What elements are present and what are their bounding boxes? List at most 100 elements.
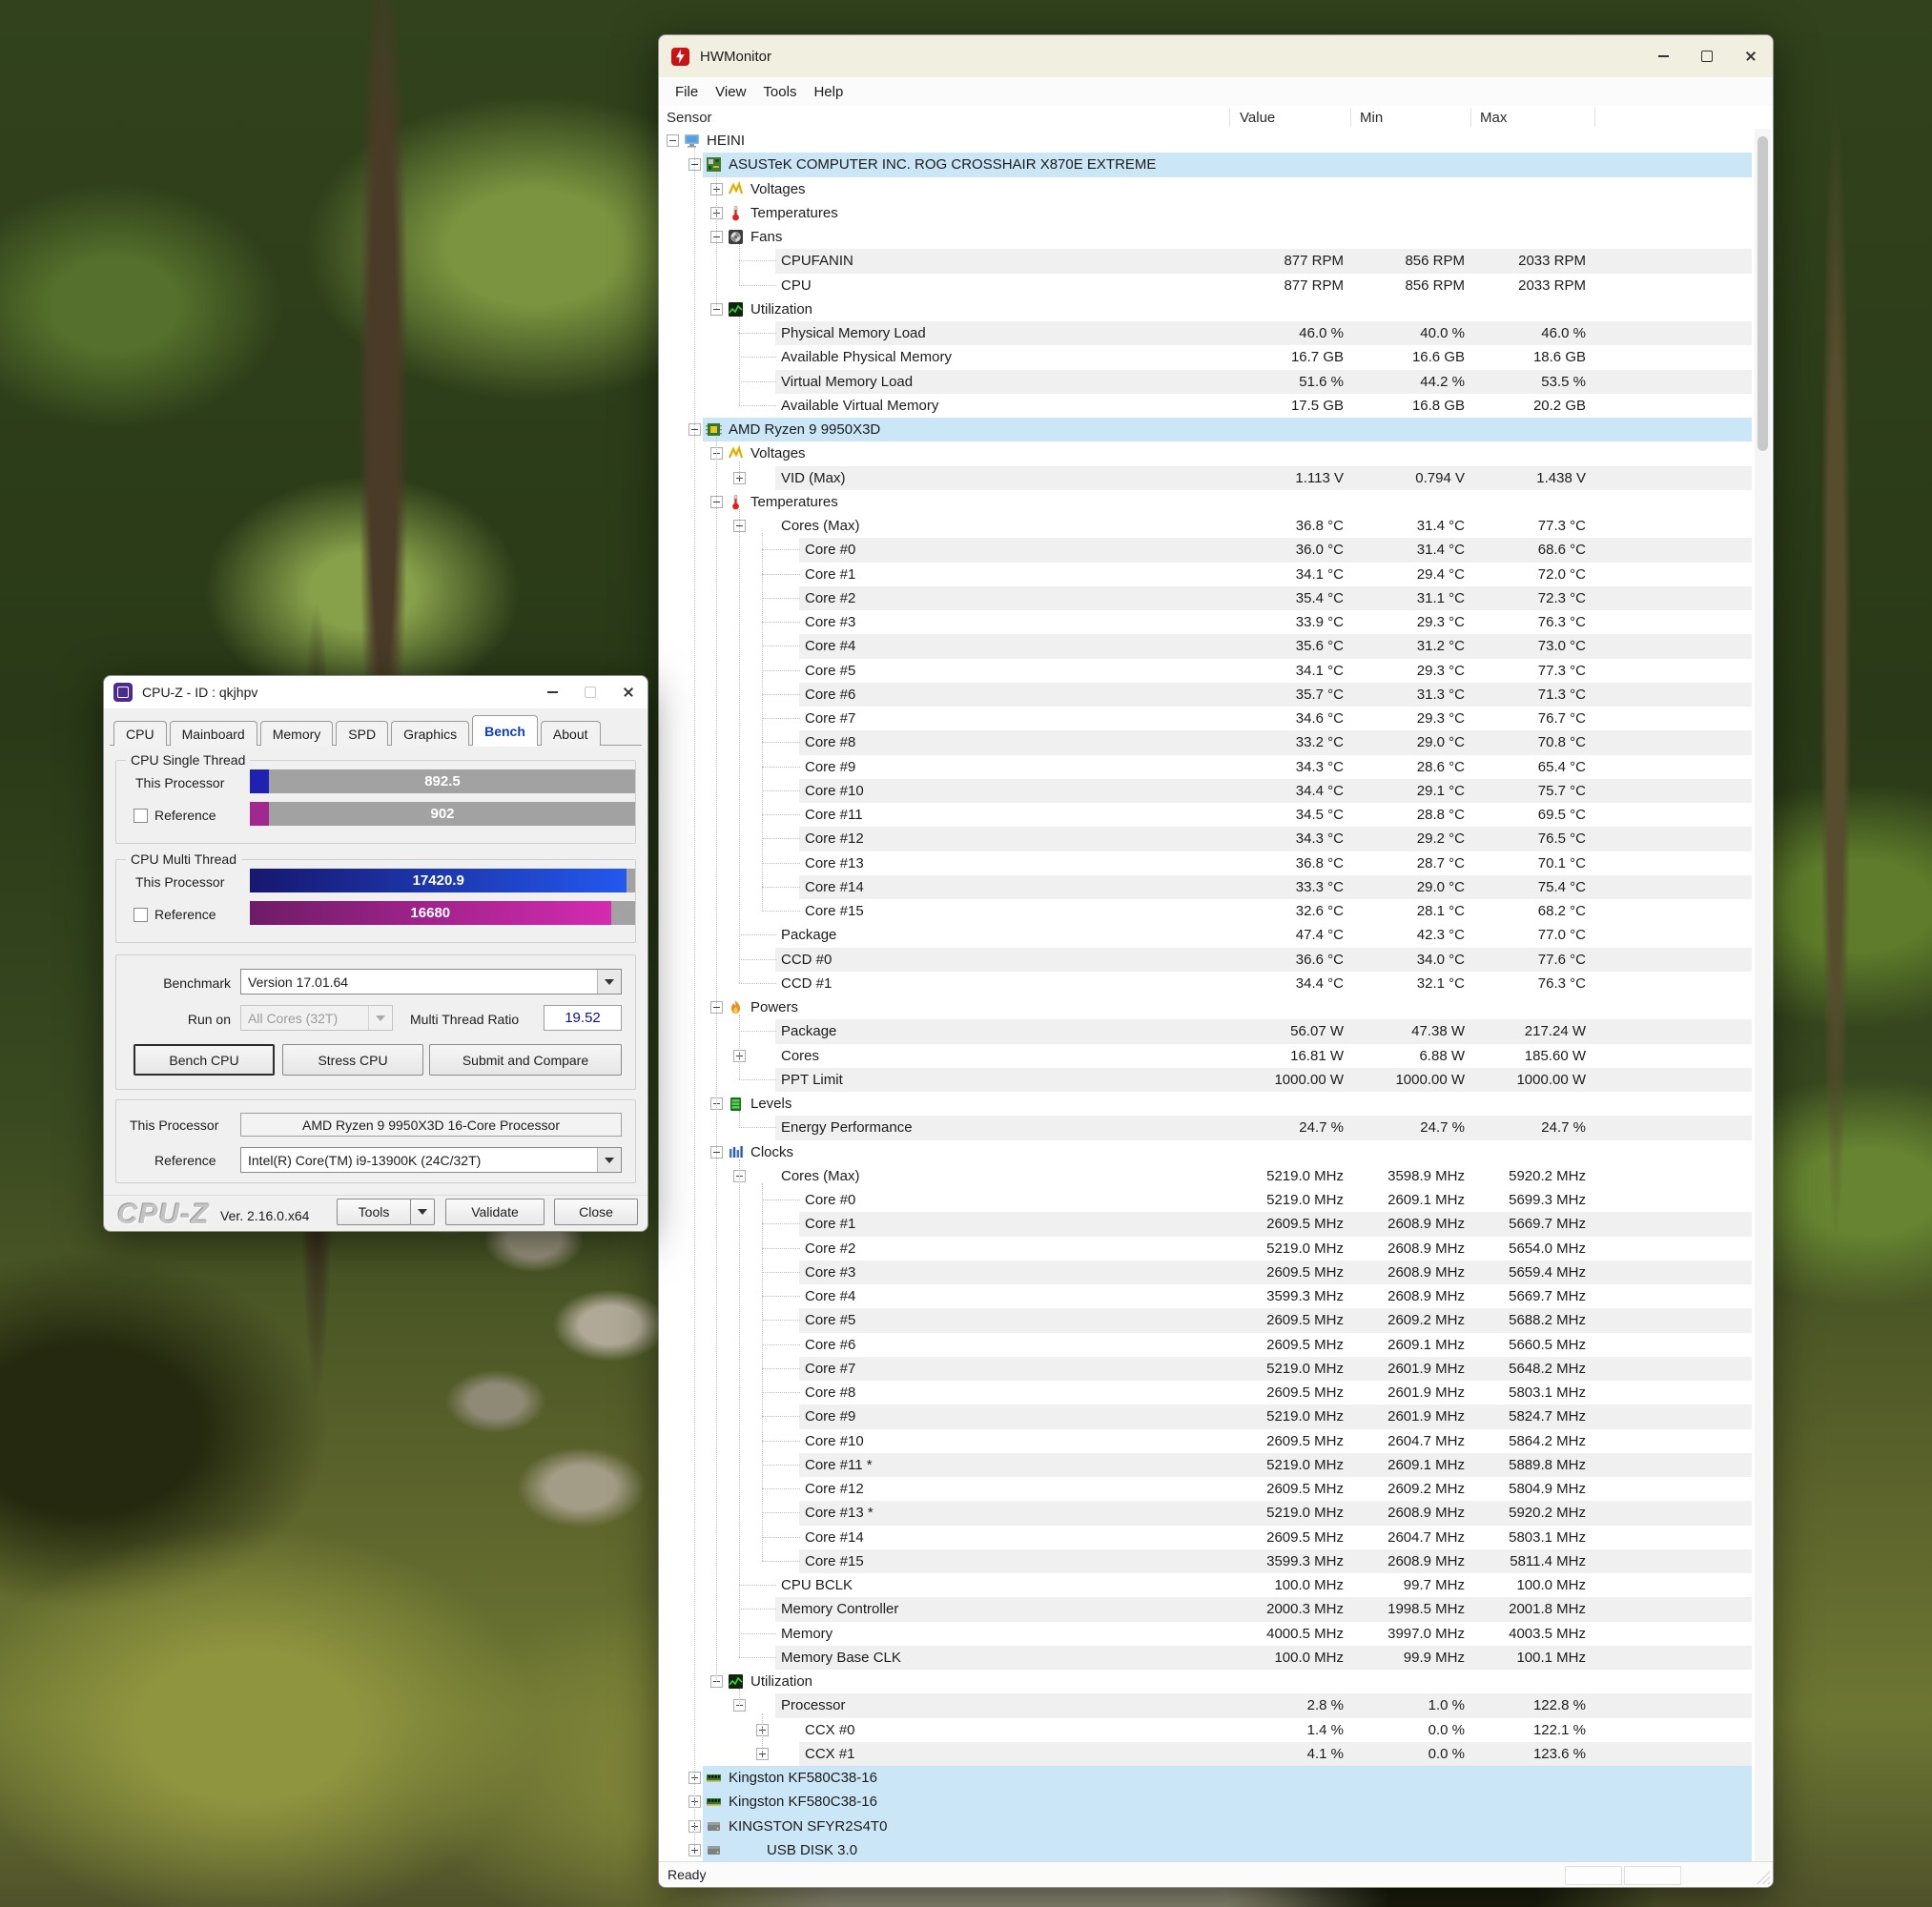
sensor-row[interactable]: Core #036.0 °C31.4 °C68.6 °C [659, 538, 1754, 562]
sensor-row[interactable]: Core #12609.5 MHz2608.9 MHz5669.7 MHz [659, 1212, 1754, 1236]
sensor-row[interactable]: Available Physical Memory16.7 GB16.6 GB1… [659, 345, 1754, 369]
close-button[interactable] [1729, 35, 1773, 77]
sensor-row[interactable]: Processor2.8 %1.0 %122.8 % [659, 1693, 1754, 1717]
sensor-row[interactable]: Core #333.9 °C29.3 °C76.3 °C [659, 610, 1754, 634]
sensor-row[interactable]: Core #435.6 °C31.2 °C73.0 °C [659, 634, 1754, 658]
sensor-row[interactable]: CCD #036.6 °C34.0 °C77.6 °C [659, 948, 1754, 972]
sensor-row[interactable]: Memory Base CLK100.0 MHz99.9 MHz100.1 MH… [659, 1646, 1754, 1670]
device-row[interactable]: AMD Ryzen 9 9950X3D [659, 418, 1754, 441]
device-row[interactable]: HEINI [659, 129, 1754, 153]
cpuz-titlebar[interactable]: CPU-Z - ID : qkjhpv [104, 676, 647, 708]
close-button[interactable]: Close [554, 1199, 638, 1225]
dropdown-button[interactable] [597, 970, 621, 994]
sensor-row[interactable]: Cores (Max)5219.0 MHz3598.9 MHz5920.2 MH… [659, 1164, 1754, 1188]
sensor-row[interactable]: Core #102609.5 MHz2604.7 MHz5864.2 MHz [659, 1429, 1754, 1453]
tab-bench[interactable]: Bench [472, 715, 538, 746]
sensor-row[interactable]: Core #1034.4 °C29.1 °C75.7 °C [659, 779, 1754, 803]
validate-button[interactable]: Validate [445, 1199, 545, 1225]
category-row[interactable]: Powers [659, 995, 1754, 1019]
device-row[interactable]: Kingston KF580C38-16 [659, 1766, 1754, 1790]
sensor-row[interactable]: Core #833.2 °C29.0 °C70.8 °C [659, 730, 1754, 754]
category-row[interactable]: Voltages [659, 177, 1754, 201]
sensor-row[interactable]: Available Virtual Memory17.5 GB16.8 GB20… [659, 394, 1754, 418]
device-row[interactable]: USB DISK 3.0 [659, 1838, 1754, 1862]
sensor-row[interactable]: Core #82609.5 MHz2601.9 MHz5803.1 MHz [659, 1381, 1754, 1405]
device-row[interactable]: KINGSTON SFYR2S4T0 [659, 1815, 1754, 1838]
scrollbar-thumb[interactable] [1757, 136, 1768, 451]
tab-mainboard[interactable]: Mainboard [170, 721, 257, 746]
sensor-row[interactable]: Core #75219.0 MHz2601.9 MHz5648.2 MHz [659, 1357, 1754, 1381]
sensor-row[interactable]: VID (Max)1.113 V0.794 V1.438 V [659, 466, 1754, 490]
sensor-row[interactable]: Core #1532.6 °C28.1 °C68.2 °C [659, 899, 1754, 923]
sensor-row[interactable]: Core #1234.3 °C29.2 °C76.5 °C [659, 827, 1754, 851]
sensor-row[interactable]: Core #142609.5 MHz2604.7 MHz5803.1 MHz [659, 1526, 1754, 1549]
sensor-row[interactable]: Core #153599.3 MHz2608.9 MHz5811.4 MHz [659, 1549, 1754, 1573]
sensor-row[interactable]: Core #122609.5 MHz2609.2 MHz5804.9 MHz [659, 1477, 1754, 1501]
sensor-row[interactable]: Core #1134.5 °C28.8 °C69.5 °C [659, 803, 1754, 827]
submit-and-compare-button[interactable]: Submit and Compare [429, 1044, 622, 1076]
expand-toggle-expanded[interactable] [667, 134, 679, 147]
device-row[interactable]: ASUSTeK COMPUTER INC. ROG CROSSHAIR X870… [659, 153, 1754, 176]
hwmonitor-titlebar[interactable]: HWMonitor [659, 35, 1773, 77]
sensor-row[interactable]: Physical Memory Load46.0 %40.0 %46.0 % [659, 321, 1754, 345]
tab-about[interactable]: About [541, 721, 601, 746]
tab-spd[interactable]: SPD [336, 721, 388, 746]
sensor-row[interactable]: Core #95219.0 MHz2601.9 MHz5824.7 MHz [659, 1405, 1754, 1428]
minimize-button[interactable] [533, 676, 571, 708]
category-row[interactable]: Voltages [659, 441, 1754, 465]
column-value[interactable]: Value [1240, 106, 1275, 129]
sensor-row[interactable]: CPU877 RPM856 RPM2033 RPM [659, 274, 1754, 297]
benchmark-version-select[interactable]: Version 17.01.64 [240, 969, 622, 995]
tools-button[interactable]: Tools [337, 1199, 411, 1225]
dropdown-button[interactable] [597, 1148, 621, 1172]
menu-view[interactable]: View [707, 84, 754, 100]
column-min[interactable]: Min [1360, 106, 1383, 129]
sensor-row[interactable]: Energy Performance24.7 %24.7 %24.7 % [659, 1116, 1754, 1139]
sensor-row[interactable]: CPU BCLK100.0 MHz99.7 MHz100.0 MHz [659, 1573, 1754, 1597]
sensor-row[interactable]: Core #43599.3 MHz2608.9 MHz5669.7 MHz [659, 1284, 1754, 1308]
sensor-row[interactable]: Core #1336.8 °C28.7 °C70.1 °C [659, 851, 1754, 875]
column-sensor[interactable]: Sensor [667, 106, 712, 129]
menu-help[interactable]: Help [805, 84, 852, 100]
sensor-row[interactable]: Cores (Max)36.8 °C31.4 °C77.3 °C [659, 514, 1754, 538]
mt-reference-checkbox[interactable] [134, 908, 148, 922]
sensor-row[interactable]: Core #235.4 °C31.1 °C72.3 °C [659, 586, 1754, 610]
category-row[interactable]: Clocks [659, 1140, 1754, 1164]
category-row[interactable]: Temperatures [659, 490, 1754, 514]
tab-graphics[interactable]: Graphics [391, 721, 469, 746]
device-row[interactable]: Kingston KF580C38-16 [659, 1790, 1754, 1814]
menu-file[interactable]: File [667, 84, 707, 100]
close-button[interactable] [609, 676, 647, 708]
sensor-row[interactable]: Core #52609.5 MHz2609.2 MHz5688.2 MHz [659, 1308, 1754, 1332]
sensor-row[interactable]: Package56.07 W47.38 W217.24 W [659, 1019, 1754, 1043]
sensor-row[interactable]: CPUFANIN877 RPM856 RPM2033 RPM [659, 249, 1754, 273]
column-divider[interactable] [1594, 108, 1595, 127]
sensor-row[interactable]: Package47.4 °C42.3 °C77.0 °C [659, 923, 1754, 947]
sensor-row[interactable]: Core #534.1 °C29.3 °C77.3 °C [659, 659, 1754, 683]
sensor-row[interactable]: Core #734.6 °C29.3 °C76.7 °C [659, 707, 1754, 730]
reference-processor-select[interactable]: Intel(R) Core(TM) i9-13900K (24C/32T) [240, 1147, 622, 1173]
column-divider[interactable] [1229, 108, 1230, 127]
maximize-button[interactable] [1685, 35, 1729, 77]
sensor-row[interactable]: Core #934.3 °C28.6 °C65.4 °C [659, 755, 1754, 779]
category-row[interactable]: Levels [659, 1092, 1754, 1116]
tools-dropdown-button[interactable] [410, 1199, 435, 1225]
sensor-row[interactable]: Core #05219.0 MHz2609.1 MHz5699.3 MHz [659, 1188, 1754, 1212]
sensor-row[interactable]: Core #25219.0 MHz2608.9 MHz5654.0 MHz [659, 1237, 1754, 1261]
st-reference-checkbox[interactable] [134, 809, 148, 823]
sensor-row[interactable]: Core #635.7 °C31.3 °C71.3 °C [659, 683, 1754, 707]
sensor-row[interactable]: CCX #14.1 %0.0 %123.6 % [659, 1742, 1754, 1766]
tab-memory[interactable]: Memory [260, 721, 334, 746]
sensor-row[interactable]: Core #1433.3 °C29.0 °C75.4 °C [659, 875, 1754, 899]
column-divider[interactable] [1350, 108, 1351, 127]
category-row[interactable]: Utilization [659, 1670, 1754, 1693]
sensor-row[interactable]: Memory4000.5 MHz3997.0 MHz4003.5 MHz [659, 1622, 1754, 1646]
sensor-row[interactable]: Core #11 *5219.0 MHz2609.1 MHz5889.8 MHz [659, 1453, 1754, 1477]
category-row[interactable]: Utilization [659, 297, 1754, 321]
sensor-row[interactable]: PPT Limit1000.00 W1000.00 W1000.00 W [659, 1068, 1754, 1092]
sensor-row[interactable]: Memory Controller2000.3 MHz1998.5 MHz200… [659, 1597, 1754, 1621]
sensor-row[interactable]: CCX #01.4 %0.0 %122.1 % [659, 1718, 1754, 1742]
column-divider[interactable] [1470, 108, 1471, 127]
column-max[interactable]: Max [1480, 106, 1507, 129]
sensor-row[interactable]: Core #13 *5219.0 MHz2608.9 MHz5920.2 MHz [659, 1501, 1754, 1525]
